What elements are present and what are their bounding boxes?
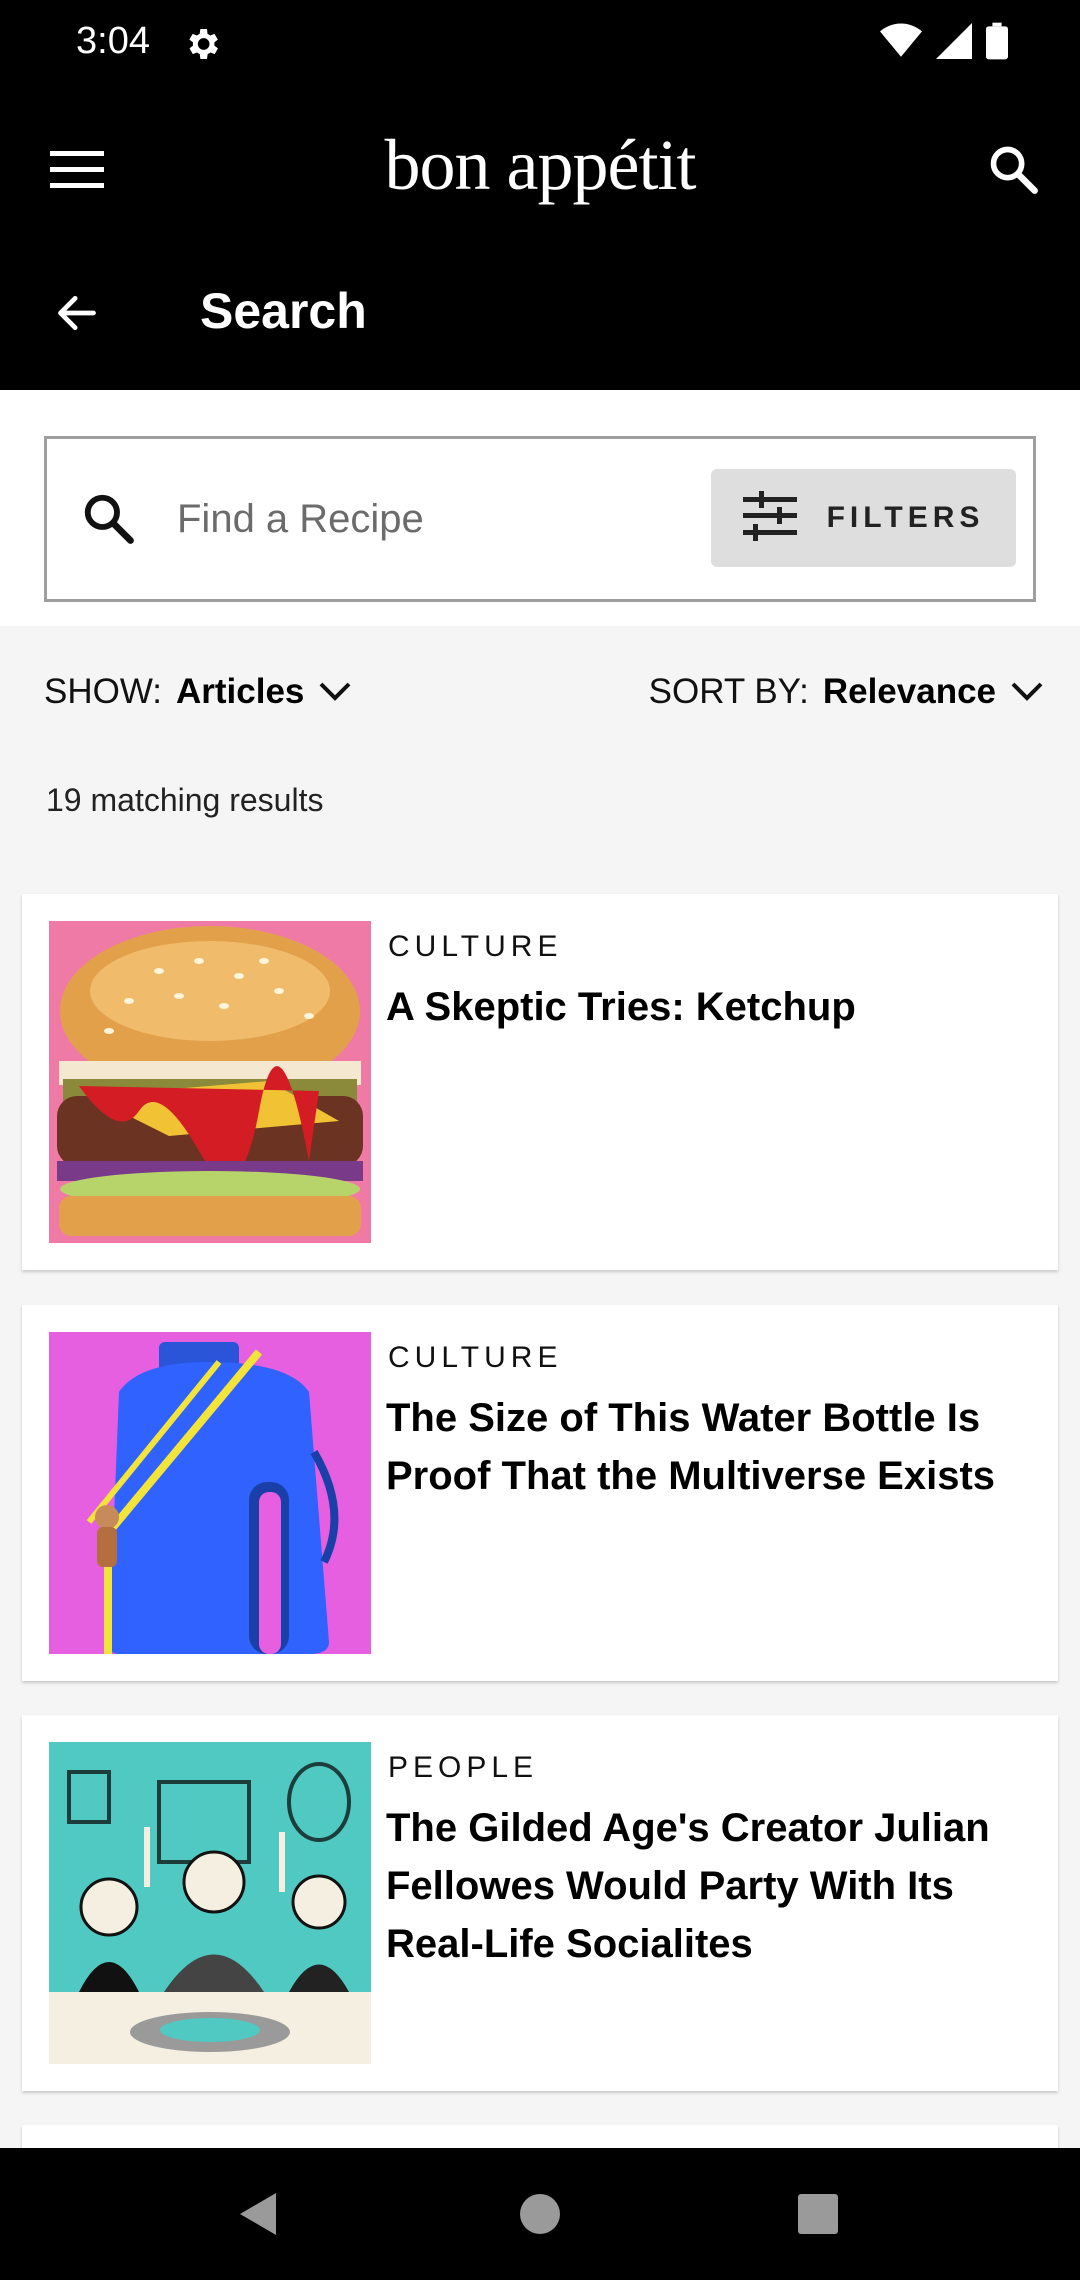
status-time: 3:04 — [76, 20, 150, 62]
show-dropdown[interactable]: SHOW: Articles — [44, 672, 352, 712]
search-icon[interactable] — [976, 132, 1050, 206]
gear-icon — [182, 24, 222, 64]
article-image-burger[interactable] — [49, 921, 371, 1243]
nav-home-icon[interactable] — [504, 2178, 576, 2250]
article-card[interactable]: PEOPLE The Gilded Age's Creator Julian F… — [22, 1715, 1058, 2091]
article-title[interactable]: The Size of This Water Bottle Is Proof T… — [386, 1389, 1026, 1505]
filter-controls: SHOW: Articles SORT BY: Relevance — [0, 672, 1080, 732]
chevron-down-icon — [1010, 672, 1044, 712]
show-label: SHOW: — [44, 672, 162, 711]
nav-back-icon[interactable] — [222, 2178, 294, 2250]
article-title[interactable]: The Gilded Age's Creator Julian Fellowes… — [386, 1799, 1026, 1973]
sort-value: Relevance — [822, 672, 996, 711]
wifi-icon — [880, 23, 922, 64]
brand-logo[interactable]: bon appétit — [0, 124, 1080, 207]
signal-icon — [936, 23, 972, 64]
filters-label: FILTERS — [826, 501, 985, 534]
chevron-down-icon — [318, 672, 352, 712]
article-image-water-bottle[interactable] — [49, 1332, 371, 1654]
page-title: Search — [200, 283, 367, 339]
article-card[interactable]: CULTURE A Skeptic Tries: Ketchup — [22, 894, 1058, 1270]
filter-sliders-icon — [742, 490, 797, 546]
battery-icon — [986, 22, 1008, 65]
article-card[interactable]: CULTURE The Size of This Water Bottle Is… — [22, 1305, 1058, 1681]
show-value: Articles — [175, 672, 305, 711]
back-arrow-icon[interactable] — [40, 276, 114, 350]
system-nav-bar — [0, 2148, 1080, 2280]
app-bar: bon appétit Search — [0, 90, 1080, 390]
sort-dropdown[interactable]: SORT BY: Relevance — [649, 672, 1044, 712]
search-icon — [81, 491, 141, 551]
sort-label: SORT BY: — [648, 672, 809, 711]
article-category: CULTURE — [388, 930, 563, 963]
search-box[interactable]: FILTERS — [44, 436, 1036, 602]
article-title[interactable]: A Skeptic Tries: Ketchup — [386, 978, 1026, 1036]
search-input[interactable] — [177, 479, 697, 559]
status-bar: 3:04 — [0, 0, 1080, 90]
results-count: 19 matching results — [46, 782, 324, 818]
search-area: FILTERS — [0, 390, 1080, 626]
filters-button[interactable]: FILTERS — [711, 469, 1016, 567]
article-category: CULTURE — [388, 1341, 563, 1374]
article-category: PEOPLE — [388, 1751, 539, 1784]
nav-recents-icon[interactable] — [782, 2178, 854, 2250]
article-image-gilded-age[interactable] — [49, 1742, 371, 2064]
